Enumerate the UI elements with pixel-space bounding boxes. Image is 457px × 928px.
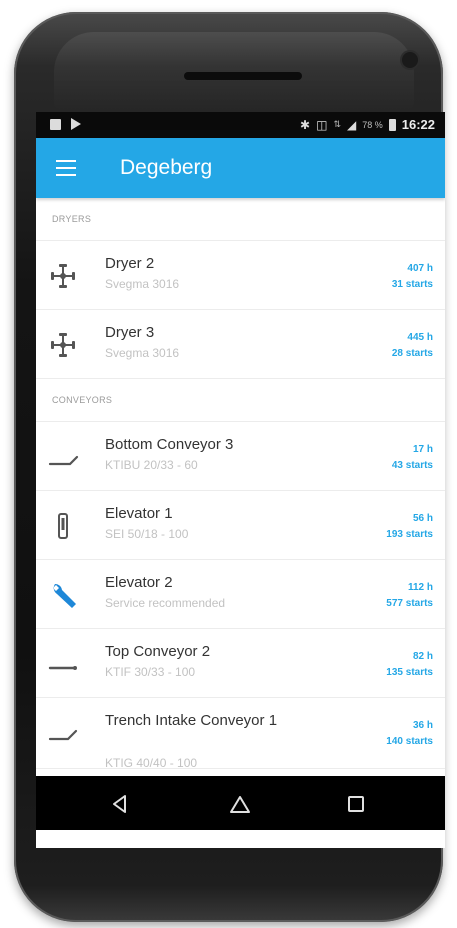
- item-hours: 17 h: [412, 444, 433, 455]
- fan-icon: [51, 333, 75, 357]
- item-title: Trench Intake Conveyor 1: [105, 712, 278, 729]
- intake-conveyor-icon: [48, 729, 78, 741]
- item-subtitle: KTIBU 20/33 - 60: [105, 458, 198, 472]
- item-title: Dryer 2: [105, 255, 155, 272]
- item-subtitle: KTIG 40/40 - 100: [105, 756, 198, 770]
- item-hours: 36 h: [412, 720, 433, 731]
- item-title: Elevator 1: [105, 505, 173, 522]
- item-hours: 445 h: [407, 332, 433, 343]
- fan-icon: [51, 264, 75, 288]
- vibrate-icon: ◫: [316, 117, 328, 132]
- list-item-dryer-3[interactable]: Dryer 3 Svegma 3016 445 h 28 starts: [36, 310, 445, 379]
- item-title: Top Conveyor 2: [105, 643, 211, 660]
- wrench-icon: [53, 583, 76, 608]
- back-icon[interactable]: [108, 792, 132, 816]
- item-title: Elevator 2: [105, 574, 173, 591]
- play-store-icon: [71, 118, 81, 130]
- page-title: Degeberg: [120, 156, 213, 179]
- item-subtitle: Svegma 3016: [105, 346, 180, 360]
- section-header-conveyors: CONVEYORS: [36, 379, 445, 422]
- battery-percent: 78 %: [362, 119, 383, 130]
- image-icon: [50, 118, 61, 130]
- list-item-top-conveyor-2[interactable]: Top Conveyor 2 KTIF 30/33 - 100 82 h 135…: [36, 629, 445, 698]
- bluetooth-icon: ✱: [300, 117, 311, 132]
- phone-screen: ✱ ◫ ⇅ ◢ 78 % 16:22 Degeberg DRYERS Dryer…: [36, 112, 445, 848]
- status-bar: ✱ ◫ ⇅ ◢ 78 % 16:22: [36, 112, 445, 138]
- item-hours: 56 h: [412, 513, 433, 524]
- section-header-dryers: DRYERS: [36, 198, 445, 241]
- data-icon: ⇅: [333, 119, 341, 129]
- item-starts: 193 starts: [386, 529, 433, 540]
- earpiece-speaker: [184, 72, 302, 80]
- signal-icon: ◢: [347, 117, 357, 132]
- battery-icon: [388, 118, 396, 131]
- item-starts: 140 starts: [386, 736, 433, 747]
- recents-icon[interactable]: [344, 792, 368, 816]
- equipment-list[interactable]: DRYERS Dryer 2 Svegma 3016 407 h 31 star…: [36, 198, 445, 776]
- elevator-icon: [58, 513, 68, 539]
- item-hours: 112 h: [407, 582, 433, 593]
- item-subtitle: SEI 50/18 - 100: [105, 527, 189, 541]
- item-subtitle: Svegma 3016: [105, 277, 180, 291]
- list-item-dryer-2[interactable]: Dryer 2 Svegma 3016 407 h 31 starts: [36, 241, 445, 310]
- item-hours: 82 h: [412, 651, 433, 662]
- item-starts: 31 starts: [391, 279, 433, 290]
- item-hours: 407 h: [407, 263, 433, 274]
- inclined-conveyor-icon: [48, 455, 79, 466]
- item-title: Bottom Conveyor 3: [105, 436, 234, 453]
- navigation-bar: [36, 776, 445, 830]
- item-starts: 135 starts: [386, 667, 433, 678]
- item-subtitle: Service recommended: [105, 596, 226, 610]
- hamburger-menu-icon[interactable]: [56, 160, 76, 176]
- home-icon[interactable]: [228, 792, 252, 816]
- item-starts: 577 starts: [386, 598, 433, 609]
- list-item-elevator-1[interactable]: Elevator 1 SEI 50/18 - 100 56 h 193 star…: [36, 491, 445, 560]
- item-starts: 28 starts: [391, 348, 433, 359]
- front-camera: [402, 52, 418, 68]
- status-time: 16:22: [401, 117, 435, 132]
- list-item-trench-intake-conveyor-1[interactable]: Trench Intake Conveyor 1 KTIG 40/40 - 10…: [36, 698, 445, 770]
- flat-conveyor-icon: [48, 666, 77, 670]
- list-item-elevator-2[interactable]: Elevator 2 Service recommended 112 h 577…: [36, 560, 445, 629]
- item-title: Dryer 3: [105, 324, 155, 341]
- item-starts: 43 starts: [391, 460, 433, 471]
- list-item-bottom-conveyor-3[interactable]: Bottom Conveyor 3 KTIBU 20/33 - 60 17 h …: [36, 422, 445, 491]
- app-bar: Degeberg: [36, 138, 445, 198]
- item-subtitle: KTIF 30/33 - 100: [105, 665, 196, 679]
